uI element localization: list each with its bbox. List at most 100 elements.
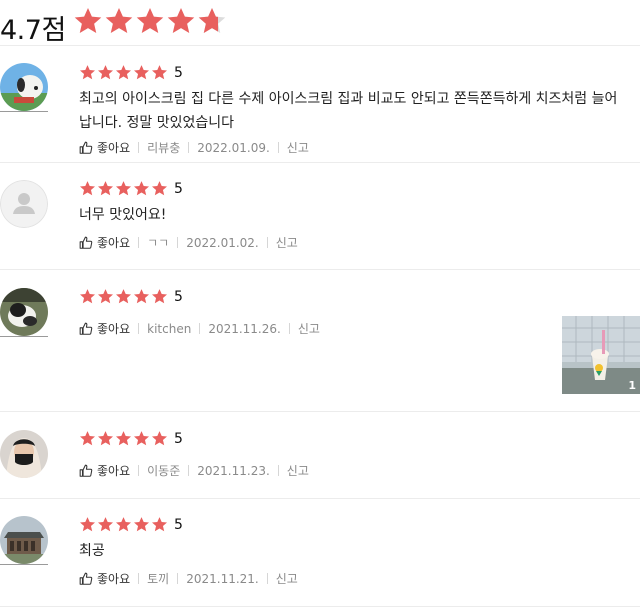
star-icon bbox=[97, 64, 114, 81]
rating-summary: 4.7점 bbox=[0, 0, 640, 46]
like-button[interactable]: 좋아요 bbox=[79, 234, 130, 251]
star-icon bbox=[104, 6, 134, 36]
separator bbox=[177, 573, 179, 584]
star-icon bbox=[115, 180, 132, 197]
separator bbox=[277, 142, 279, 153]
thumbs-up-icon bbox=[79, 141, 93, 155]
review-meta: 좋아요 ㄱㄱ 2022.01.02. 신고 bbox=[79, 234, 298, 251]
star-icon bbox=[151, 288, 168, 305]
review-text: 최공 bbox=[79, 543, 105, 559]
star-icon bbox=[97, 288, 114, 305]
review-author: ㄱㄱ bbox=[147, 236, 170, 250]
star-icon bbox=[133, 516, 150, 533]
review-item: 5 최공 좋아요 토끼 2021.11.21. 신고 bbox=[0, 499, 640, 607]
report-button[interactable]: 신고 bbox=[276, 234, 298, 251]
like-label: 좋아요 bbox=[97, 236, 131, 250]
like-button[interactable]: 좋아요 bbox=[79, 139, 130, 156]
review-meta: 좋아요 토끼 2021.11.21. 신고 bbox=[79, 570, 298, 587]
like-button[interactable]: 좋아요 bbox=[79, 320, 130, 337]
like-label: 좋아요 bbox=[97, 464, 131, 478]
divider bbox=[0, 564, 48, 565]
review-author: kitchen bbox=[147, 321, 192, 336]
star-icon bbox=[133, 180, 150, 197]
review-item: 5 좋아요 이동준 2021.11.23. 신고 bbox=[0, 412, 640, 499]
review-date: 2021.11.21. bbox=[186, 571, 259, 586]
star-icon bbox=[115, 430, 132, 447]
review-author: 토끼 bbox=[147, 572, 170, 586]
separator bbox=[138, 465, 140, 476]
like-button[interactable]: 좋아요 bbox=[79, 462, 130, 479]
separator bbox=[277, 465, 279, 476]
separator bbox=[266, 237, 268, 248]
like-label: 좋아요 bbox=[97, 141, 131, 155]
cat-avatar[interactable] bbox=[0, 288, 48, 336]
review-date: 2022.01.02. bbox=[186, 235, 259, 250]
separator bbox=[138, 323, 140, 334]
review-date: 2022.01.09. bbox=[197, 140, 270, 155]
review-rating: 5 bbox=[79, 516, 183, 533]
review-author: 이동준 bbox=[147, 464, 181, 478]
star-icon bbox=[79, 430, 96, 447]
like-button[interactable]: 좋아요 bbox=[79, 570, 130, 587]
separator bbox=[188, 465, 190, 476]
star-icon bbox=[97, 180, 114, 197]
review-photo[interactable]: 1 bbox=[562, 316, 640, 394]
separator bbox=[288, 323, 290, 334]
default-person-avatar[interactable] bbox=[0, 180, 48, 228]
thumbs-up-icon bbox=[79, 322, 93, 336]
star-icon bbox=[151, 516, 168, 533]
thumbs-up-icon bbox=[79, 572, 93, 586]
like-label: 좋아요 bbox=[97, 322, 131, 336]
review-date: 2021.11.23. bbox=[197, 463, 270, 478]
separator bbox=[199, 323, 201, 334]
review-author: 리뷰충 bbox=[147, 141, 181, 155]
report-button[interactable]: 신고 bbox=[287, 139, 309, 156]
report-button[interactable]: 신고 bbox=[298, 320, 320, 337]
thumbs-up-icon bbox=[79, 464, 93, 478]
rating-stars bbox=[79, 64, 168, 81]
review-rating: 5 bbox=[79, 288, 183, 305]
separator bbox=[188, 142, 190, 153]
star-icon bbox=[79, 64, 96, 81]
review-rating: 5 bbox=[79, 64, 183, 81]
rating-number: 5 bbox=[174, 516, 183, 533]
star-icon bbox=[97, 430, 114, 447]
separator bbox=[138, 573, 140, 584]
rating-stars bbox=[79, 288, 168, 305]
star-icon bbox=[115, 288, 132, 305]
separator bbox=[138, 142, 140, 153]
masked-person-avatar[interactable] bbox=[0, 430, 48, 478]
like-label: 좋아요 bbox=[97, 572, 131, 586]
snoopy-avatar[interactable] bbox=[0, 63, 48, 111]
star-icon bbox=[115, 64, 132, 81]
rating-number: 5 bbox=[174, 180, 183, 197]
partial-star-icon bbox=[197, 6, 227, 36]
divider bbox=[0, 111, 48, 112]
rating-number: 5 bbox=[174, 430, 183, 447]
star-icon bbox=[115, 516, 132, 533]
report-button[interactable]: 신고 bbox=[276, 570, 298, 587]
review-rating: 5 bbox=[79, 180, 183, 197]
report-button[interactable]: 신고 bbox=[287, 462, 309, 479]
review-rating: 5 bbox=[79, 430, 183, 447]
star-icon bbox=[151, 430, 168, 447]
rating-number: 5 bbox=[174, 64, 183, 81]
star-icon bbox=[151, 180, 168, 197]
star-icon bbox=[135, 6, 165, 36]
divider bbox=[0, 336, 48, 337]
average-score: 4.7점 bbox=[0, 15, 66, 46]
review-item: 5 최고의 아이스크림 집 다른 수제 아이스크림 집과 비교도 안되고 쫀득쫀… bbox=[0, 46, 640, 163]
star-icon bbox=[133, 64, 150, 81]
star-icon bbox=[97, 516, 114, 533]
review-meta: 좋아요 이동준 2021.11.23. 신고 bbox=[79, 462, 309, 479]
building-avatar[interactable] bbox=[0, 516, 48, 564]
star-icon bbox=[73, 6, 103, 36]
review-meta: 좋아요 리뷰충 2022.01.09. 신고 bbox=[79, 139, 309, 156]
average-stars bbox=[73, 6, 227, 36]
review-text: 최고의 아이스크림 집 다른 수제 아이스크림 집과 비교도 안되고 쫀득쫀득하… bbox=[79, 91, 618, 131]
separator bbox=[266, 573, 268, 584]
star-icon bbox=[151, 64, 168, 81]
photo-count: 1 bbox=[628, 379, 636, 392]
star-icon bbox=[79, 516, 96, 533]
rating-number: 5 bbox=[174, 288, 183, 305]
